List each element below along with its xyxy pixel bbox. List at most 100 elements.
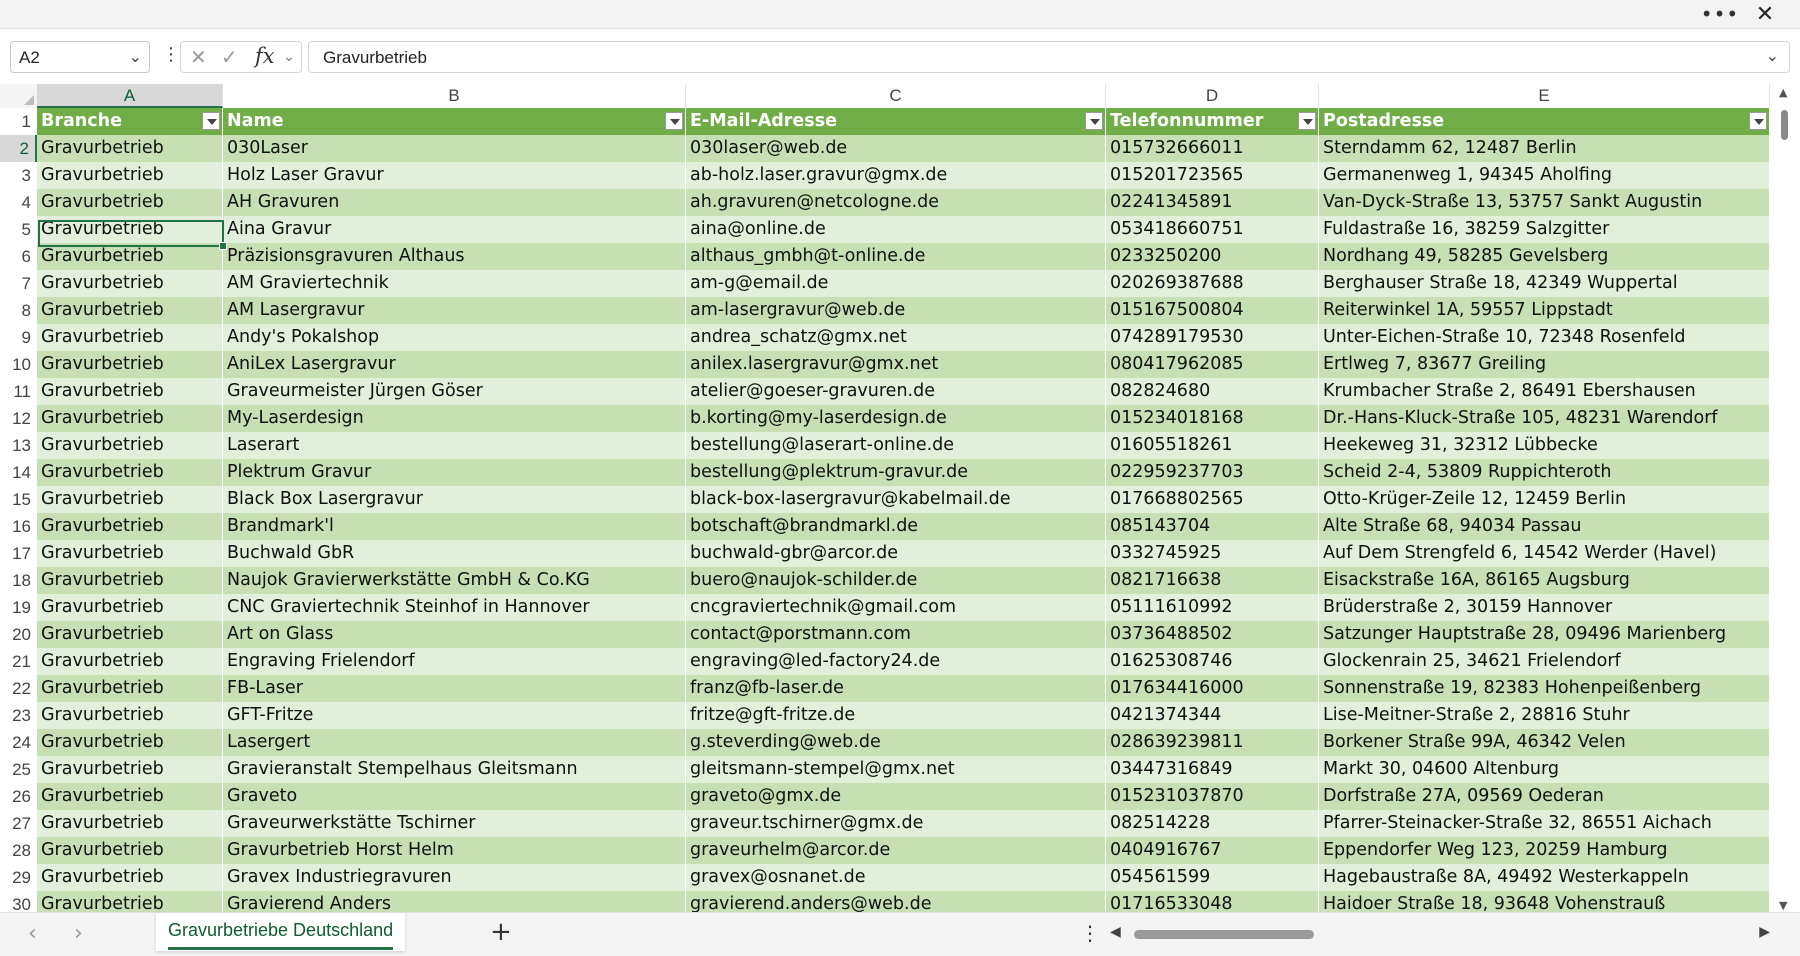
table-cell[interactable]: AM Lasergravur	[223, 297, 686, 324]
cancel-icon[interactable]: ✕	[190, 45, 207, 69]
row-header[interactable]: 13	[0, 432, 37, 459]
table-cell[interactable]: gravierend.anders@web.de	[686, 891, 1106, 912]
table-cell[interactable]: Gravurbetrieb	[37, 432, 223, 459]
row-header[interactable]: 29	[0, 864, 37, 891]
table-cell[interactable]: Brüderstraße 2, 30159 Hannover	[1319, 594, 1770, 621]
table-cell[interactable]: AniLex Lasergravur	[223, 351, 686, 378]
row-header[interactable]: 28	[0, 837, 37, 864]
table-cell[interactable]: Pfarrer-Steinacker-Straße 32, 86551 Aich…	[1319, 810, 1770, 837]
table-cell[interactable]: Scheid 2-4, 53809 Ruppichteroth	[1319, 459, 1770, 486]
vertical-scroll-thumb[interactable]	[1781, 110, 1788, 140]
table-cell[interactable]: 020269387688	[1106, 270, 1319, 297]
plus-icon[interactable]: +	[490, 917, 512, 947]
table-cell[interactable]: Gravurbetrieb	[37, 702, 223, 729]
scroll-left-icon[interactable]: ◀	[1110, 924, 1121, 940]
table-cell[interactable]: Präzisionsgravuren Althaus	[223, 243, 686, 270]
table-cell[interactable]: Gravurbetrieb	[37, 270, 223, 297]
table-cell[interactable]: Krumbacher Straße 2, 86491 Ebershausen	[1319, 378, 1770, 405]
scroll-up-icon[interactable]: ▲	[1779, 86, 1787, 99]
table-cell[interactable]: Lasergert	[223, 729, 686, 756]
table-cell[interactable]: Gravurbetrieb	[37, 297, 223, 324]
scroll-right-icon[interactable]: ▶	[1759, 924, 1770, 940]
table-cell[interactable]: contact@porstmann.com	[686, 621, 1106, 648]
row-header[interactable]: 22	[0, 675, 37, 702]
table-cell[interactable]: Gravurbetrieb	[37, 810, 223, 837]
header-cell[interactable]: Postadresse	[1319, 108, 1770, 135]
table-cell[interactable]: Glockenrain 25, 34621 Frielendorf	[1319, 648, 1770, 675]
filter-dropdown-icon[interactable]	[1298, 112, 1316, 130]
table-cell[interactable]: Eppendorfer Weg 123, 20259 Hamburg	[1319, 837, 1770, 864]
insert-function-icon[interactable]: fx	[255, 44, 275, 68]
header-cell[interactable]: Name	[223, 108, 686, 135]
table-cell[interactable]: Eisackstraße 16A, 86165 Augsburg	[1319, 567, 1770, 594]
table-cell[interactable]: Gravurbetrieb	[37, 594, 223, 621]
table-cell[interactable]: 017634416000	[1106, 675, 1319, 702]
table-cell[interactable]: Reiterwinkel 1A, 59557 Lippstadt	[1319, 297, 1770, 324]
table-cell[interactable]: FB-Laser	[223, 675, 686, 702]
row-header[interactable]: 16	[0, 513, 37, 540]
row-header[interactable]: 6	[0, 243, 37, 270]
table-cell[interactable]: gleitsmann-stempel@gmx.net	[686, 756, 1106, 783]
table-cell[interactable]: Gravieranstalt Stempelhaus Gleitsmann	[223, 756, 686, 783]
header-cell[interactable]: E-Mail-Adresse	[686, 108, 1106, 135]
table-cell[interactable]: Gravex Industriegravuren	[223, 864, 686, 891]
filter-dropdown-icon[interactable]	[1749, 112, 1767, 130]
table-cell[interactable]: ah.gravuren@netcologne.de	[686, 189, 1106, 216]
table-cell[interactable]: 028639239811	[1106, 729, 1319, 756]
row-header[interactable]: 19	[0, 594, 37, 621]
table-cell[interactable]: buero@naujok-schilder.de	[686, 567, 1106, 594]
table-cell[interactable]: Sterndamm 62, 12487 Berlin	[1319, 135, 1770, 162]
table-cell[interactable]: 015167500804	[1106, 297, 1319, 324]
row-header[interactable]: 25	[0, 756, 37, 783]
row-header[interactable]: 10	[0, 351, 37, 378]
chevron-down-icon[interactable]: ⌄	[283, 49, 295, 65]
row-header[interactable]: 11	[0, 378, 37, 405]
row-header[interactable]: 26	[0, 783, 37, 810]
table-cell[interactable]: Gravurbetrieb	[37, 459, 223, 486]
table-cell[interactable]: 015231037870	[1106, 783, 1319, 810]
table-cell[interactable]: 030Laser	[223, 135, 686, 162]
row-header[interactable]: 5	[0, 216, 37, 243]
table-cell[interactable]: Gravurbetrieb	[37, 243, 223, 270]
table-cell[interactable]: g.steverding@web.de	[686, 729, 1106, 756]
horizontal-scroll-thumb[interactable]	[1134, 930, 1314, 939]
row-header[interactable]: 12	[0, 405, 37, 432]
table-cell[interactable]: Andy's Pokalshop	[223, 324, 686, 351]
row-header[interactable]: 15	[0, 486, 37, 513]
table-cell[interactable]: 01716533048	[1106, 891, 1319, 912]
table-cell[interactable]: bestellung@plektrum-gravur.de	[686, 459, 1106, 486]
table-cell[interactable]: Brandmark'l	[223, 513, 686, 540]
table-cell[interactable]: black-box-lasergravur@kabelmail.de	[686, 486, 1106, 513]
table-cell[interactable]: botschaft@brandmarkl.de	[686, 513, 1106, 540]
table-cell[interactable]: Gravurbetrieb	[37, 162, 223, 189]
table-cell[interactable]: graveto@gmx.de	[686, 783, 1106, 810]
table-cell[interactable]: Haidoer Straße 18, 93648 Vohenstrauß	[1319, 891, 1770, 912]
table-cell[interactable]: Gravierend Anders	[223, 891, 686, 912]
table-cell[interactable]: Gravurbetrieb	[37, 567, 223, 594]
column-header-e[interactable]: E	[1319, 84, 1770, 108]
table-cell[interactable]: anilex.lasergravur@gmx.net	[686, 351, 1106, 378]
table-cell[interactable]: 082514228	[1106, 810, 1319, 837]
table-cell[interactable]: Gravurbetrieb	[37, 189, 223, 216]
table-cell[interactable]: Ertlweg 7, 83677 Greiling	[1319, 351, 1770, 378]
filter-dropdown-icon[interactable]	[665, 112, 683, 130]
check-icon[interactable]: ✓	[221, 45, 238, 69]
table-cell[interactable]: Berghauser Straße 18, 42349 Wuppertal	[1319, 270, 1770, 297]
row-header[interactable]: 3	[0, 162, 37, 189]
table-cell[interactable]: 015732666011	[1106, 135, 1319, 162]
row-header[interactable]: 2	[0, 135, 37, 162]
table-cell[interactable]: 02241345891	[1106, 189, 1319, 216]
table-cell[interactable]: Dorfstraße 27A, 09569 Oederan	[1319, 783, 1770, 810]
table-cell[interactable]: Gravurbetrieb	[37, 783, 223, 810]
table-cell[interactable]: Unter-Eichen-Straße 10, 72348 Rosenfeld	[1319, 324, 1770, 351]
column-header-a[interactable]: A	[37, 84, 223, 108]
table-cell[interactable]: 082824680	[1106, 378, 1319, 405]
table-cell[interactable]: engraving@led-factory24.de	[686, 648, 1106, 675]
column-header-c[interactable]: C	[686, 84, 1106, 108]
table-cell[interactable]: Heekeweg 31, 32312 Lübbecke	[1319, 432, 1770, 459]
table-cell[interactable]: Gravurbetrieb	[37, 729, 223, 756]
table-cell[interactable]: Gravurbetrieb Horst Helm	[223, 837, 686, 864]
table-cell[interactable]: 074289179530	[1106, 324, 1319, 351]
table-cell[interactable]: Alte Straße 68, 94034 Passau	[1319, 513, 1770, 540]
table-cell[interactable]: Laserart	[223, 432, 686, 459]
